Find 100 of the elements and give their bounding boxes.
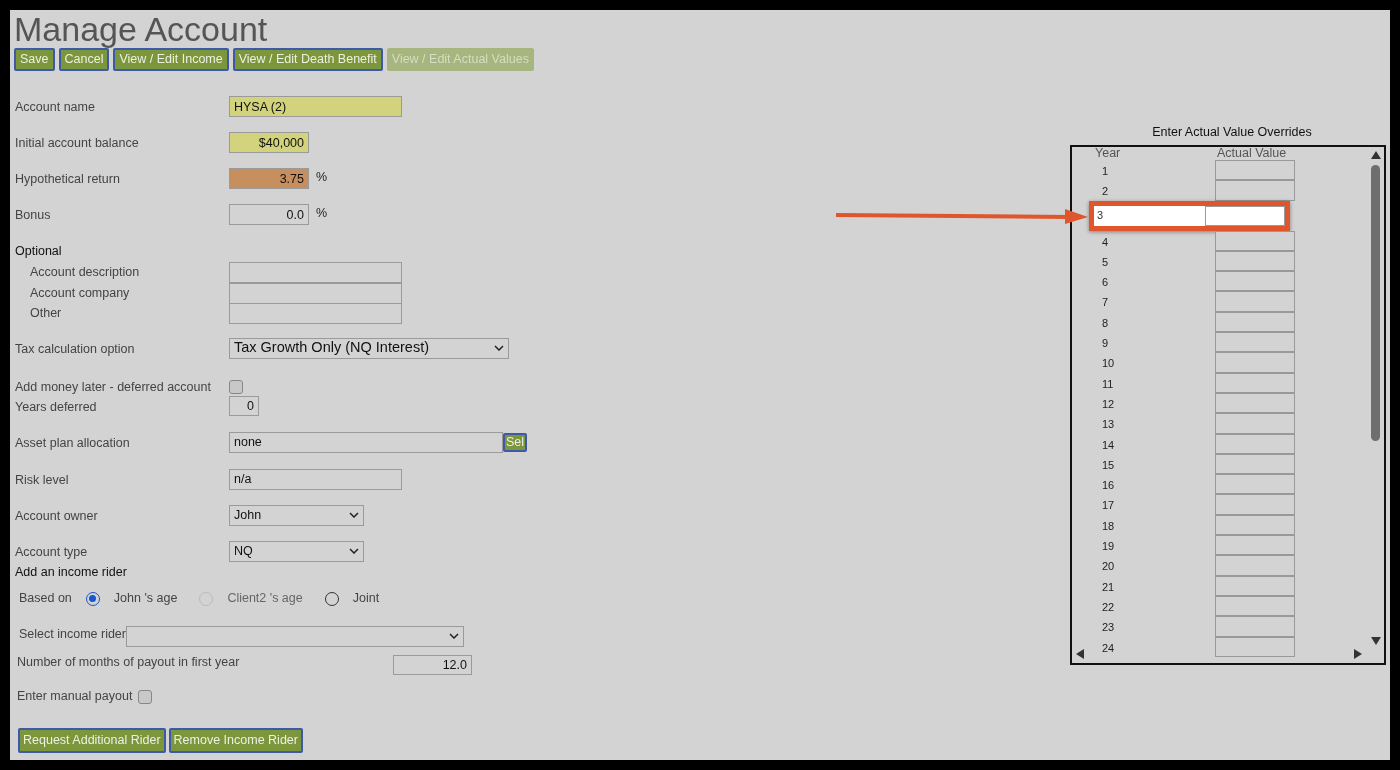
field-label: Number of months of payout in first year xyxy=(17,653,240,671)
year-cell[interactable]: 24 xyxy=(1099,636,1215,657)
value-input[interactable] xyxy=(1215,392,1295,414)
year-cell[interactable]: 1 xyxy=(1099,160,1215,181)
year-cell[interactable]: 22 xyxy=(1099,595,1215,617)
year-cell[interactable]: 13 xyxy=(1099,413,1215,434)
section-heading: Optional xyxy=(14,243,63,260)
year-cell[interactable]: 17 xyxy=(1099,494,1215,515)
field-label: Account company xyxy=(29,284,131,302)
value-input[interactable] xyxy=(1215,595,1295,617)
text-field[interactable]: 3.75 xyxy=(229,168,309,189)
field-label: Years deferred xyxy=(14,398,98,416)
field-label: Hypothetical return xyxy=(14,171,121,188)
year-cell[interactable]: 12 xyxy=(1099,392,1215,414)
year-cell[interactable]: 9 xyxy=(1099,332,1215,353)
value-input[interactable] xyxy=(1215,514,1295,536)
dropdown[interactable]: Tax Growth Only (NQ Interest) xyxy=(229,337,509,359)
scroll-down-icon[interactable] xyxy=(1371,637,1381,645)
field-label: Risk level xyxy=(14,471,70,489)
year-cell[interactable]: 16 xyxy=(1099,474,1215,495)
field-label: Select income rider xyxy=(19,625,126,643)
value-input[interactable] xyxy=(1215,250,1295,272)
value-input[interactable] xyxy=(1215,433,1295,454)
field-label: Bonus xyxy=(14,207,52,224)
dropdown[interactable]: John xyxy=(229,504,364,526)
scroll-up-icon[interactable] xyxy=(1371,151,1381,159)
field-label: Initial account balance xyxy=(14,135,140,152)
field-label: Asset plan allocation xyxy=(14,434,131,452)
text-field[interactable] xyxy=(229,282,402,304)
year-cell[interactable]: 11 xyxy=(1099,372,1215,393)
year-cell[interactable]: 8 xyxy=(1099,311,1215,333)
dropdown[interactable] xyxy=(126,625,464,647)
value-input[interactable] xyxy=(1215,291,1295,312)
checkbox[interactable] xyxy=(229,379,243,394)
scrollbar-thumb[interactable] xyxy=(1371,165,1380,441)
value-input[interactable] xyxy=(1215,271,1295,292)
field-label: Enter manual payout xyxy=(17,687,133,705)
year-cell[interactable]: 18 xyxy=(1099,514,1215,536)
panel-title: Enter Actual Value Overrides xyxy=(1151,124,1313,141)
value-input[interactable] xyxy=(1215,311,1295,333)
text-field[interactable] xyxy=(229,262,402,283)
value-input[interactable] xyxy=(1215,230,1295,251)
value-input[interactable] xyxy=(1215,535,1295,556)
scroll-left-icon[interactable] xyxy=(1076,649,1084,659)
value-input[interactable] xyxy=(1215,575,1295,596)
chevron-down-icon xyxy=(349,548,359,554)
radio-label: Client2 's age xyxy=(227,590,303,608)
text-field[interactable] xyxy=(229,303,402,324)
year-cell[interactable]: 6 xyxy=(1099,271,1215,292)
year-cell[interactable]: 14 xyxy=(1099,433,1215,454)
year-cell[interactable]: 21 xyxy=(1099,575,1215,596)
year-cell[interactable]: 4 xyxy=(1099,230,1215,251)
value-input[interactable] xyxy=(1215,474,1295,495)
section-heading: Add an income rider xyxy=(14,563,128,581)
value-input[interactable] xyxy=(1215,453,1295,475)
year-cell[interactable]: 5 xyxy=(1099,250,1215,272)
field-label: Account description xyxy=(29,264,141,281)
value-input[interactable] xyxy=(1215,352,1295,373)
scroll-right-icon[interactable] xyxy=(1354,649,1362,659)
value-input[interactable] xyxy=(1215,160,1295,181)
text-field[interactable]: $40,000 xyxy=(229,132,309,153)
value-input[interactable] xyxy=(1205,205,1285,226)
year-cell[interactable]: 7 xyxy=(1099,291,1215,312)
chevron-down-icon xyxy=(349,512,359,518)
radio-label: Joint xyxy=(352,590,380,608)
field-label: Based on xyxy=(19,590,72,608)
value-input[interactable] xyxy=(1215,413,1295,434)
field-label: Tax calculation option xyxy=(14,340,136,358)
number-field[interactable]: 0 xyxy=(229,395,259,416)
text-field[interactable]: n/a xyxy=(229,468,402,490)
number-field[interactable]: 12.0 xyxy=(393,654,472,675)
text-field[interactable]: HYSA (2) xyxy=(229,96,402,117)
dropdown[interactable]: NQ xyxy=(229,540,364,562)
field-label: Other xyxy=(29,305,63,322)
value-input[interactable] xyxy=(1215,555,1295,576)
year-cell[interactable]: 19 xyxy=(1099,535,1215,556)
value-input[interactable] xyxy=(1215,494,1295,515)
year-cell[interactable]: 23 xyxy=(1099,616,1215,637)
unit-label: % xyxy=(316,205,328,222)
value-input[interactable] xyxy=(1215,372,1295,393)
value-input[interactable] xyxy=(1215,636,1295,657)
chevron-down-icon xyxy=(449,633,459,639)
checkbox[interactable] xyxy=(138,689,153,704)
value-input[interactable] xyxy=(1215,616,1295,637)
value-input[interactable] xyxy=(1215,332,1295,353)
value-input[interactable] xyxy=(1215,180,1295,201)
year-cell[interactable]: 2 xyxy=(1099,180,1215,201)
text-field[interactable]: 0.0 xyxy=(229,204,309,225)
column-header: Actual Value xyxy=(1217,147,1287,160)
year-cell[interactable]: 20 xyxy=(1099,555,1215,576)
text-field[interactable]: none xyxy=(229,431,503,453)
page-title: Manage Account xyxy=(14,10,269,48)
radio-label: John 's age xyxy=(113,590,178,608)
field-label: Account owner xyxy=(14,507,99,525)
field-label: Account name xyxy=(14,99,96,116)
year-cell[interactable]: 15 xyxy=(1099,453,1215,475)
field-label: Add money later - deferred account xyxy=(14,378,212,396)
year-cell[interactable]: 10 xyxy=(1099,352,1215,373)
unit-label: % xyxy=(316,169,328,186)
year-cell[interactable]: 3 xyxy=(1094,205,1205,226)
